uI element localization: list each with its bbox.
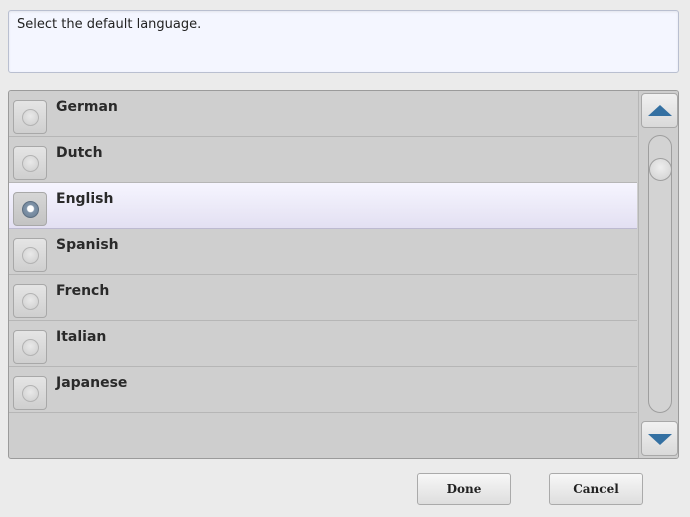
language-label: French [56, 283, 110, 299]
done-button[interactable]: Done [417, 473, 511, 505]
radio-button[interactable] [13, 284, 47, 318]
language-option-spanish[interactable]: Spanish [9, 229, 637, 275]
arrow-down-icon [648, 434, 672, 445]
radio-circle-icon [22, 109, 39, 126]
arrow-up-icon [648, 105, 672, 116]
radio-circle-icon [22, 155, 39, 172]
radio-button[interactable] [13, 100, 47, 134]
language-list: German Dutch English Spanish French Ital… [9, 91, 637, 458]
language-option-italian[interactable]: Italian [9, 321, 637, 367]
radio-button[interactable] [13, 330, 47, 364]
scroll-down-button[interactable] [641, 421, 678, 456]
list-scrollbar[interactable] [638, 91, 678, 458]
language-option-japanese[interactable]: Japanese [9, 367, 637, 413]
language-option-english[interactable]: English [9, 183, 637, 229]
radio-circle-icon [22, 293, 39, 310]
language-option-french[interactable]: French [9, 275, 637, 321]
language-label: Japanese [56, 375, 128, 391]
scroll-track[interactable] [648, 135, 672, 413]
language-option-german[interactable]: German [9, 91, 637, 137]
cancel-button[interactable]: Cancel [549, 473, 643, 505]
language-list-panel: German Dutch English Spanish French Ital… [8, 90, 679, 459]
instruction-text: Select the default language. [8, 10, 679, 73]
language-label: English [56, 191, 114, 207]
radio-button[interactable] [13, 146, 47, 180]
language-option-dutch[interactable]: Dutch [9, 137, 637, 183]
language-label: Spanish [56, 237, 119, 253]
radio-circle-icon [22, 385, 39, 402]
radio-circle-icon [22, 339, 39, 356]
radio-selected-icon [22, 201, 39, 218]
language-label: Italian [56, 329, 107, 345]
radio-circle-icon [22, 247, 39, 264]
language-label: German [56, 99, 118, 115]
scroll-up-button[interactable] [641, 93, 678, 128]
radio-button[interactable] [13, 376, 47, 410]
radio-button[interactable] [13, 238, 47, 272]
radio-button[interactable] [13, 192, 47, 226]
language-label: Dutch [56, 145, 103, 161]
scroll-thumb[interactable] [649, 158, 672, 181]
